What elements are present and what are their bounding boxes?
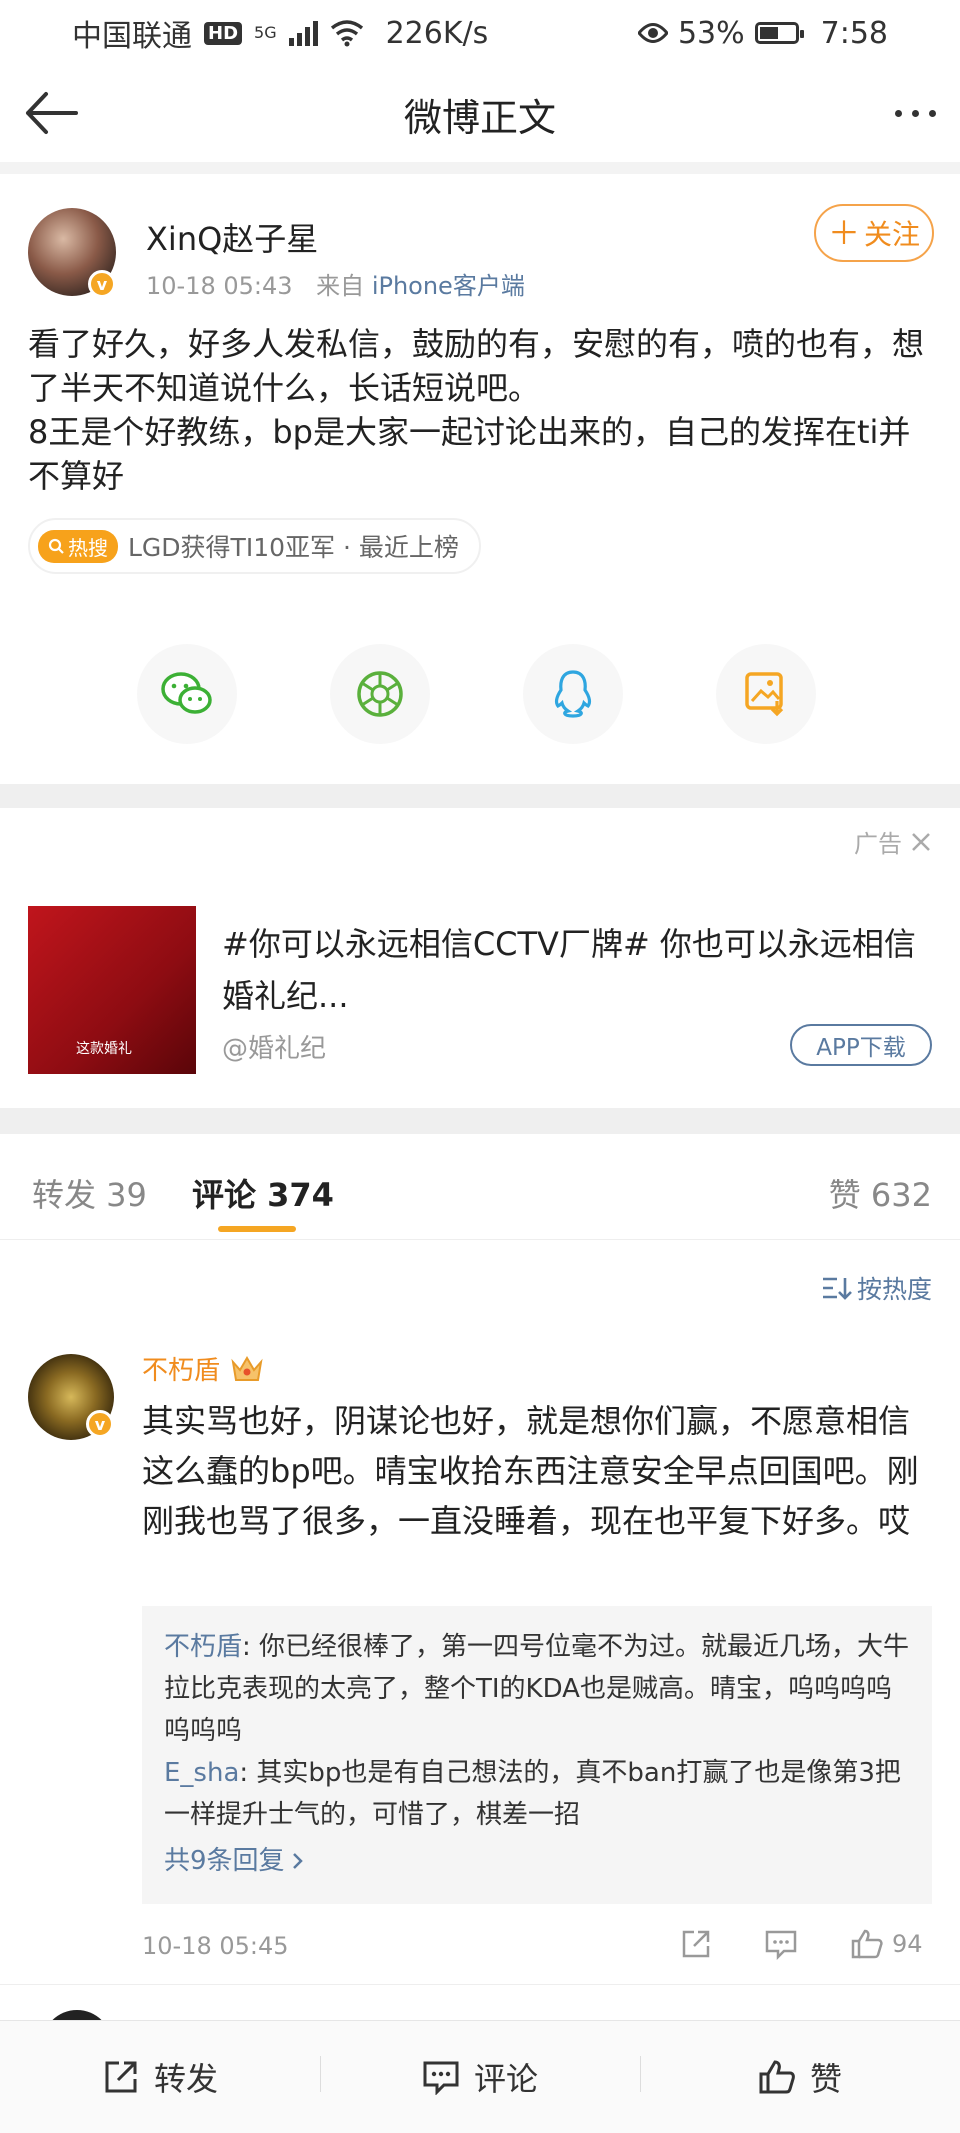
reply-author[interactable]: E_sha bbox=[164, 1758, 239, 1788]
reply-text: : 其实bp也是有自己想法的，真不ban打赢了也是像第3把一样提升士气的，可惜了… bbox=[164, 1758, 901, 1830]
clock: 7:58 bbox=[820, 15, 888, 51]
net-speed: 226K/s bbox=[385, 15, 489, 51]
ad-image-caption: 这款婚礼 bbox=[76, 1041, 132, 1057]
sort-button[interactable]: 按热度 bbox=[821, 1270, 932, 1306]
share-icon bbox=[105, 2061, 137, 2093]
repost-label: 转发 bbox=[153, 2060, 218, 2098]
like-label: 赞 bbox=[809, 2060, 842, 2098]
carrier-label: 中国联通 bbox=[72, 19, 192, 54]
hot-search-tag[interactable]: 热搜 LGD获得TI10亚军 · 最近上榜 bbox=[28, 518, 481, 574]
tab-comment[interactable]: 评论 374 bbox=[192, 1170, 334, 1216]
ad-image[interactable]: 这款婚礼 bbox=[28, 906, 196, 1074]
comment-reply-button[interactable] bbox=[764, 1928, 798, 1960]
ad-account[interactable]: @婚礼纪 bbox=[222, 1028, 326, 1065]
reply-item: E_sha: 其实bp也是有自己想法的，真不ban打赢了也是像第3把一样提升士气… bbox=[164, 1752, 910, 1836]
divider bbox=[0, 162, 960, 174]
comment-footer: 10-18 05:45 94 bbox=[142, 1928, 932, 1968]
like-button[interactable]: 赞 bbox=[640, 2054, 960, 2100]
bottom-action-bar: 转发 评论 赞 bbox=[0, 2020, 960, 2133]
tab-like[interactable]: 赞 632 bbox=[829, 1170, 932, 1216]
status-bar: 中国联通 HD 5G 226K/s 53% 7:58 bbox=[0, 0, 960, 66]
nav-bar: 微博正文 bbox=[0, 66, 960, 162]
wifi-icon bbox=[330, 20, 363, 47]
ad-card[interactable]: 广告 这款婚礼 #你可以永远相信CCTV厂牌# 你也可以永远相信婚礼纪... @… bbox=[0, 808, 960, 1108]
comment-button[interactable]: 评论 bbox=[320, 2054, 640, 2100]
comment-time: 10-18 05:45 bbox=[142, 1932, 289, 1960]
post-text: 看了好久，好多人发私信，鼓励的有，安慰的有，喷的也有，想了半天不知道说什么，长话… bbox=[28, 322, 928, 498]
share-icon bbox=[682, 1930, 710, 1958]
comment-label: 评论 bbox=[473, 2060, 538, 2098]
commenter-name[interactable]: 不朽盾 bbox=[142, 1350, 220, 1387]
wechat-share-button[interactable] bbox=[137, 644, 237, 744]
post-time: 10-18 05:43 bbox=[146, 272, 293, 300]
share-row bbox=[0, 644, 960, 744]
verified-badge-icon: v bbox=[86, 1410, 114, 1438]
page-title: 微博正文 bbox=[403, 95, 556, 140]
search-icon bbox=[48, 538, 64, 554]
source-prefix: 来自 bbox=[316, 272, 365, 300]
chevron-right-icon bbox=[292, 1853, 303, 1869]
post-source[interactable]: iPhone客户端 bbox=[372, 272, 525, 300]
hd-badge: HD bbox=[204, 21, 243, 45]
qq-icon bbox=[554, 670, 592, 718]
comment-like-count: 94 bbox=[892, 1930, 923, 1958]
repost-button[interactable]: 转发 bbox=[0, 2054, 320, 2100]
more-icon[interactable] bbox=[895, 110, 936, 117]
back-arrow-icon[interactable] bbox=[22, 88, 78, 138]
comment-text: 其实骂也好，阴谋论也好，就是想你们赢，不愿意相信这么蠢的bp吧。晴宝收拾东西注意… bbox=[142, 1402, 919, 1540]
commenter: 不朽盾 bbox=[142, 1350, 264, 1387]
sort-label: 按热度 bbox=[856, 1275, 932, 1304]
comment-share-button[interactable] bbox=[680, 1928, 712, 1960]
tab-bar: 转发 39 评论 374 赞 632 bbox=[0, 1134, 960, 1240]
crown-icon bbox=[231, 1355, 263, 1381]
thumbs-up-icon bbox=[851, 1929, 883, 1959]
verified-badge-icon: v bbox=[88, 270, 116, 298]
weibo-post: v XinQ赵子星 10-18 05:43 来自 iPhone客户端 ＋ 关注 … bbox=[0, 174, 960, 784]
post-text-line: 8王是个好教练，bp是大家一起讨论出来的，自己的发挥在ti并不算好 bbox=[28, 413, 911, 495]
battery-percent: 53% bbox=[677, 15, 745, 51]
battery-icon bbox=[754, 22, 804, 44]
reply-text: : 你已经很棒了，第一四号位毫不为过。就最近几场，大牛拉比克表现的太亮了，整个T… bbox=[164, 1632, 910, 1746]
divider bbox=[0, 1108, 960, 1134]
save-image-button[interactable] bbox=[716, 644, 816, 744]
divider bbox=[0, 1984, 960, 1985]
author-name[interactable]: XinQ赵子星 bbox=[146, 214, 318, 260]
ad-label-text: 广告 bbox=[854, 830, 902, 858]
more-replies-label: 共9条回复 bbox=[164, 1846, 285, 1876]
close-icon[interactable] bbox=[910, 831, 932, 853]
post-meta: 10-18 05:43 来自 iPhone客户端 bbox=[146, 266, 525, 301]
more-replies-link[interactable]: 共9条回复 bbox=[164, 1840, 910, 1882]
reply-author[interactable]: 不朽盾 bbox=[164, 1632, 242, 1662]
comment-item: v 不朽盾 其实骂也好，阴谋论也好，就是想你们赢，不愿意相信这么蠢的bp吧。晴宝… bbox=[0, 1340, 960, 1980]
plus-icon: ＋ bbox=[827, 214, 860, 252]
tab-repost[interactable]: 转发 39 bbox=[32, 1170, 147, 1216]
ad-label: 广告 bbox=[854, 824, 932, 859]
app-download-button[interactable]: APP下载 bbox=[790, 1024, 932, 1066]
thumbs-up-icon bbox=[759, 2060, 795, 2094]
moments-share-button[interactable] bbox=[330, 644, 430, 744]
network-label: 5G bbox=[254, 23, 277, 42]
save-image-icon bbox=[745, 672, 784, 717]
wechat-icon bbox=[161, 672, 212, 714]
comment-icon bbox=[765, 1930, 797, 1960]
follow-label: 关注 bbox=[864, 218, 921, 251]
active-tab-indicator bbox=[218, 1226, 296, 1232]
post-text-line: 看了好久，好多人发私信，鼓励的有，安慰的有，喷的也有，想了半天不知道说什么，长话… bbox=[28, 325, 925, 407]
hot-badge-label: 热搜 bbox=[68, 535, 108, 560]
divider bbox=[0, 784, 960, 808]
ad-title[interactable]: #你可以永远相信CCTV厂牌# 你也可以永远相信婚礼纪... bbox=[222, 918, 922, 1022]
sort-icon bbox=[822, 1277, 852, 1300]
follow-button[interactable]: ＋ 关注 bbox=[814, 204, 934, 262]
comment-like-button[interactable]: 94 bbox=[850, 1928, 923, 1960]
signal-icon bbox=[288, 20, 318, 46]
moments-icon bbox=[357, 671, 403, 717]
hot-topic: LGD获得TI10亚军 · 最近上榜 bbox=[128, 533, 459, 562]
reply-box[interactable]: 不朽盾: 你已经很棒了，第一四号位毫不为过。就最近几场，大牛拉比克表现的太亮了，… bbox=[142, 1606, 932, 1904]
eye-icon bbox=[637, 23, 668, 43]
qq-share-button[interactable] bbox=[523, 644, 623, 744]
comment-icon bbox=[423, 2061, 459, 2095]
hot-search-badge: 热搜 bbox=[38, 529, 118, 563]
reply-item: 不朽盾: 你已经很棒了，第一四号位毫不为过。就最近几场，大牛拉比克表现的太亮了，… bbox=[164, 1626, 910, 1752]
